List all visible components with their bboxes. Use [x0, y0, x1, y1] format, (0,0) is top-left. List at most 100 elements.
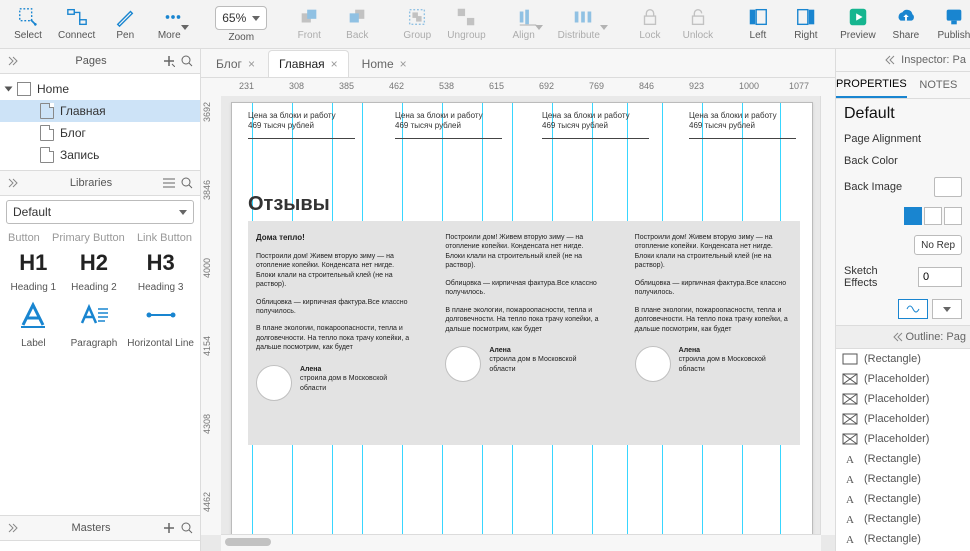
sketch-combo-2[interactable]: [932, 299, 962, 319]
back-image-swatch[interactable]: [934, 177, 962, 197]
unlock-tool[interactable]: Unlock: [676, 4, 720, 41]
outline-item[interactable]: A(Rectangle): [836, 449, 970, 469]
collapse-icon[interactable]: [891, 330, 905, 344]
ungroup-tool[interactable]: Ungroup: [443, 4, 489, 41]
hline-icon: [145, 301, 177, 332]
lib-heading1[interactable]: H1Heading 1: [6, 248, 61, 293]
inspector-header: Inspector: Pa: [836, 49, 970, 72]
file-tab[interactable]: Home×: [351, 50, 418, 77]
collapse-icon[interactable]: [6, 176, 20, 190]
collapse-icon[interactable]: [6, 54, 20, 68]
lib-paragraph[interactable]: Paragraph: [67, 301, 122, 349]
sketch-input[interactable]: [918, 267, 962, 287]
search-icon[interactable]: [180, 54, 194, 68]
lib-label[interactable]: Label: [6, 301, 61, 349]
add-master-icon[interactable]: [162, 521, 176, 535]
page-icon: [40, 103, 54, 119]
tree-page[interactable]: Блог: [0, 122, 200, 144]
publish-tool[interactable]: Publish: [932, 4, 970, 41]
canvas-stage[interactable]: Цена за блоки и работу469 тысяч рублейЦе…: [221, 96, 835, 535]
pen-tool[interactable]: Pen: [103, 4, 147, 41]
outline-item[interactable]: A(Rectangle): [836, 489, 970, 509]
close-icon[interactable]: ×: [331, 57, 338, 71]
search-icon[interactable]: [180, 521, 194, 535]
share-tool[interactable]: Share: [884, 4, 928, 41]
ruler-horizontal[interactable]: 23130838546253861569276984692310001077: [221, 78, 835, 97]
inspector-title: Default: [844, 105, 962, 123]
align-left-btn[interactable]: [904, 207, 922, 225]
tab-properties[interactable]: PROPERTIES: [836, 72, 907, 98]
main-toolbar: Select Connect Pen More 65% Zoom Front B…: [0, 0, 970, 49]
collapse-icon[interactable]: [6, 521, 20, 535]
tab-notes[interactable]: NOTES: [907, 72, 970, 98]
review-card: Построили дом! Живем вторую зиму — на от…: [445, 233, 602, 433]
prop-back-image: Back Image: [844, 177, 962, 197]
no-repeat-btn[interactable]: No Rep: [914, 235, 962, 255]
file-tab[interactable]: Блог×: [205, 50, 266, 77]
reviews-title: Отзывы: [248, 193, 330, 216]
page-tree: Home ГлавнаяБлогЗапись: [0, 74, 200, 170]
avatar: [256, 365, 292, 401]
align-center-btn[interactable]: [924, 207, 942, 225]
distribute-tool[interactable]: Distribute: [554, 4, 612, 41]
horizontal-scrollbar[interactable]: [221, 534, 821, 551]
folder-icon: [17, 82, 31, 96]
lib-heading2[interactable]: H2Heading 2: [67, 248, 122, 293]
group-tool[interactable]: Group: [395, 4, 439, 41]
tree-page[interactable]: Запись: [0, 144, 200, 166]
dock-right-icon: [795, 6, 817, 28]
front-icon: [298, 6, 320, 28]
distribute-icon: [572, 6, 594, 28]
connect-tool[interactable]: Connect: [54, 4, 99, 41]
scroll-thumb[interactable]: [225, 538, 271, 546]
select-tool[interactable]: Select: [6, 4, 50, 41]
tree-page[interactable]: Главная: [0, 100, 200, 122]
close-icon[interactable]: ×: [248, 57, 255, 71]
add-page-icon[interactable]: [162, 54, 176, 68]
preview-tool[interactable]: Preview: [836, 4, 880, 41]
dock-left-icon: [747, 6, 769, 28]
dock-right-tool[interactable]: Right: [784, 4, 828, 41]
front-tool[interactable]: Front: [287, 4, 331, 41]
outline-item[interactable]: (Placeholder): [836, 429, 970, 449]
zoom-tool[interactable]: 65% Zoom: [211, 4, 271, 43]
list-icon[interactable]: [162, 176, 176, 190]
outline-item[interactable]: (Rectangle): [836, 349, 970, 369]
more-tool[interactable]: More: [151, 4, 195, 41]
lib-scroll-labels: ButtonPrimary ButtonLink Button: [6, 232, 194, 248]
collapse-icon[interactable]: [883, 53, 897, 67]
outline-item[interactable]: (Placeholder): [836, 389, 970, 409]
unlock-icon: [687, 6, 709, 28]
ruler-corner: [201, 78, 222, 97]
search-icon[interactable]: [180, 176, 194, 190]
outline-item[interactable]: A(Rectangle): [836, 509, 970, 529]
file-tab[interactable]: Главная×: [268, 50, 349, 77]
svg-text:A: A: [846, 514, 854, 525]
back-tool[interactable]: Back: [335, 4, 379, 41]
align-tool[interactable]: Align: [506, 4, 550, 41]
outline-header: Outline: Pag: [836, 325, 970, 349]
zoom-combo[interactable]: 65%: [215, 6, 267, 30]
outline-item[interactable]: (Placeholder): [836, 409, 970, 429]
lock-tool[interactable]: Lock: [628, 4, 672, 41]
vertical-scrollbar[interactable]: [820, 96, 835, 535]
canvas-page[interactable]: Цена за блоки и работу469 тысяч рублейЦе…: [231, 102, 813, 535]
ruler-vertical[interactable]: 369238464000415443084462: [201, 96, 222, 535]
chevron-down-icon: [943, 307, 951, 312]
review-card: Дома тепло! Построили дом! Живем вторую …: [256, 233, 413, 433]
pen-icon: [114, 6, 136, 28]
outline-item[interactable]: A(Rectangle): [836, 529, 970, 549]
outline-item[interactable]: (Placeholder): [836, 369, 970, 389]
prop-page-alignment: Page Alignment: [844, 133, 962, 145]
page-icon: [40, 147, 54, 163]
sketch-combo[interactable]: [898, 299, 928, 319]
tree-home[interactable]: Home: [0, 78, 200, 100]
dock-left-tool[interactable]: Left: [736, 4, 780, 41]
back-icon: [346, 6, 368, 28]
lib-heading3[interactable]: H3Heading 3: [127, 248, 194, 293]
library-select[interactable]: Default: [6, 200, 194, 224]
lib-hline[interactable]: Horizontal Line: [127, 301, 194, 349]
align-right-btn[interactable]: [944, 207, 962, 225]
close-icon[interactable]: ×: [400, 57, 407, 71]
outline-item[interactable]: A(Rectangle): [836, 469, 970, 489]
